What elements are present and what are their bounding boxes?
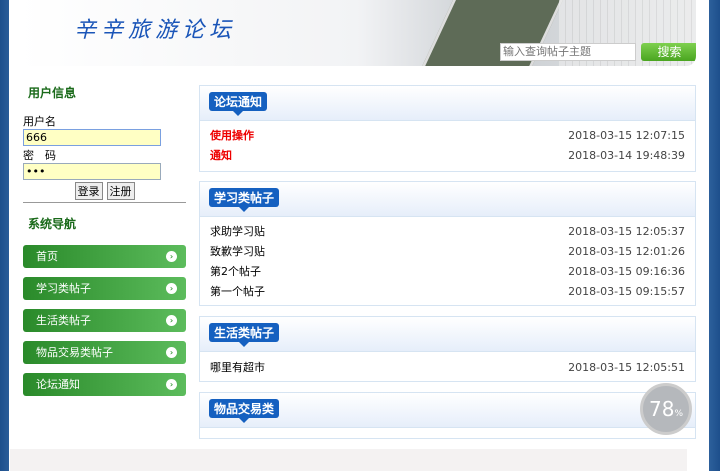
site-logo: 辛辛旅游论坛 — [74, 18, 237, 43]
search-input[interactable] — [500, 43, 636, 61]
arrow-right-icon: › — [166, 283, 177, 294]
section-title: 生活类帖子 — [209, 323, 280, 347]
post-row[interactable]: 致歉学习贴 2018-03-15 12:01:26 — [200, 242, 695, 262]
login-button[interactable]: 登录 — [74, 182, 103, 200]
username-input[interactable]: 666 — [23, 129, 161, 146]
post-date: 2018-03-15 12:05:37 — [568, 225, 685, 238]
section-notice: 论坛通知 使用操作 2018-03-15 12:07:15 通知 2018-03-1… — [199, 85, 696, 172]
nav-notice[interactable]: 论坛通知 › — [23, 373, 186, 396]
post-date: 2018-03-15 12:07:15 — [568, 129, 685, 142]
nav-study[interactable]: 学习类帖子 › — [23, 277, 186, 300]
divider — [23, 202, 186, 203]
post-title[interactable]: 第2个帖子 — [210, 265, 261, 278]
arrow-right-icon: › — [166, 251, 177, 262]
search-button[interactable]: 搜索 — [641, 43, 696, 61]
nav-home[interactable]: 首页 › — [23, 245, 186, 268]
post-date: 2018-03-15 09:16:36 — [568, 265, 685, 278]
post-date: 2018-03-14 19:48:39 — [568, 149, 685, 162]
section-title: 物品交易类 — [209, 399, 280, 423]
post-title[interactable]: 使用操作 — [210, 129, 254, 142]
nav-label: 首页 — [36, 250, 58, 263]
post-title[interactable]: 求助学习贴 — [210, 225, 265, 238]
post-title[interactable]: 致歉学习贴 — [210, 245, 265, 258]
section-trade: 物品交易类 — [199, 392, 696, 439]
post-row[interactable]: 哪里有超市 2018-03-15 12:05:51 — [200, 358, 695, 378]
widget-percent: 78 — [648, 397, 675, 421]
section-study: 学习类帖子 求助学习贴 2018-03-15 12:05:37 致歉学习贴 2018… — [199, 181, 696, 306]
password-label: 密 码 — [23, 149, 56, 162]
section-title: 论坛通知 — [209, 92, 268, 116]
footer — [10, 449, 687, 471]
arrow-right-icon: › — [166, 315, 177, 326]
username-label: 用户名 — [23, 115, 56, 128]
nav-life[interactable]: 生活类帖子 › — [23, 309, 186, 332]
post-row[interactable]: 求助学习贴 2018-03-15 12:05:37 — [200, 222, 695, 242]
section-life: 生活类帖子 哪里有超市 2018-03-15 12:05:51 — [199, 316, 696, 382]
post-row[interactable]: 第一个帖子 2018-03-15 09:15:57 — [200, 282, 695, 302]
nav-label: 物品交易类帖子 — [36, 346, 113, 359]
section-title: 学习类帖子 — [209, 188, 280, 212]
post-title[interactable]: 第一个帖子 — [210, 285, 265, 298]
widget-unit: % — [674, 409, 683, 419]
post-title[interactable]: 通知 — [210, 149, 232, 162]
nav-label: 论坛通知 — [36, 378, 80, 391]
post-title[interactable]: 哪里有超市 — [210, 361, 265, 374]
progress-widget[interactable]: 78% — [640, 383, 692, 435]
post-date: 2018-03-15 09:15:57 — [568, 285, 685, 298]
post-date: 2018-03-15 12:01:26 — [568, 245, 685, 258]
register-button[interactable]: 注册 — [106, 182, 135, 200]
user-info-title: 用户信息 — [28, 86, 77, 100]
post-date: 2018-03-15 12:05:51 — [568, 361, 685, 374]
banner: 辛辛旅游论坛 搜索 — [19, 0, 696, 66]
password-input[interactable]: ••• — [23, 163, 161, 180]
post-row[interactable]: 通知 2018-03-14 19:48:39 — [200, 146, 695, 166]
nav-label: 学习类帖子 — [36, 282, 91, 295]
nav-title: 系统导航 — [28, 217, 77, 231]
nav-label: 生活类帖子 — [36, 314, 91, 327]
arrow-right-icon: › — [166, 379, 177, 390]
post-row[interactable]: 第2个帖子 2018-03-15 09:16:36 — [200, 262, 695, 282]
post-row[interactable]: 使用操作 2018-03-15 12:07:15 — [200, 126, 695, 146]
nav-trade[interactable]: 物品交易类帖子 › — [23, 341, 186, 364]
sidebar: 用户信息 用户名 666 密 码 ••• 登录 注册 系统导航 首页 › 学习类帖子… — [23, 84, 186, 396]
arrow-right-icon: › — [166, 347, 177, 358]
